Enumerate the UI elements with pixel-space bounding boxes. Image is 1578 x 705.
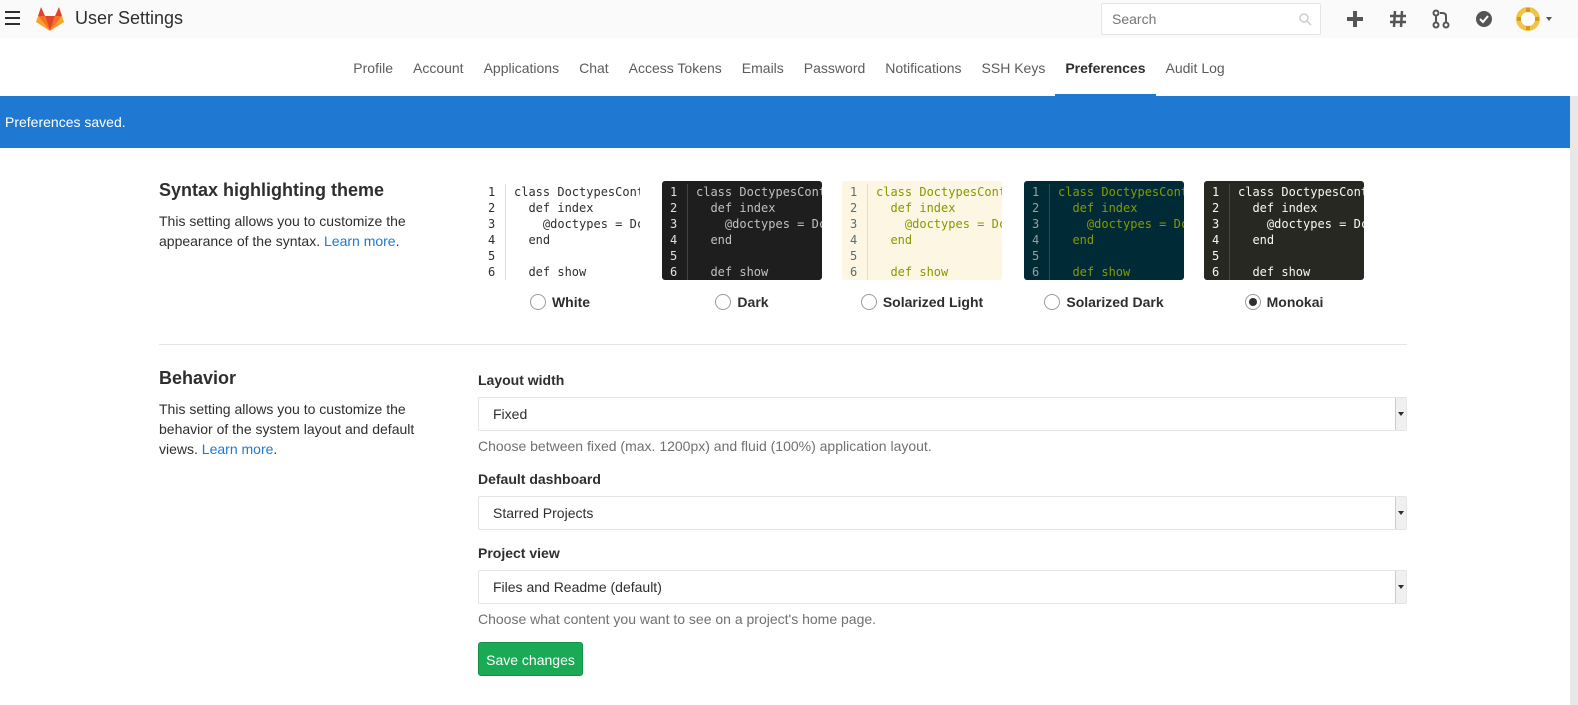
plus-icon[interactable] [1344,8,1366,30]
select-arrow-icon [1395,571,1406,603]
syntax-section-info: Syntax highlighting theme This setting a… [159,180,429,251]
tab-notifications[interactable]: Notifications [875,52,971,96]
tab-applications[interactable]: Applications [474,52,570,96]
hamburger-icon[interactable] [5,11,20,25]
code-sample: class DoctypesCont def index @doctypes =… [1238,185,1364,279]
save-changes-button[interactable]: Save changes [478,642,583,676]
tab-account[interactable]: Account [403,52,474,96]
syntax-section-title: Syntax highlighting theme [159,180,385,200]
layout-width-help: Choose between fixed (max. 1200px) and f… [478,438,932,454]
theme-option-white[interactable]: 1 2 3 4 5 6 class DoctypesCont def index … [480,181,640,310]
theme-radio-dark[interactable] [715,294,732,310]
project-view-select[interactable]: Files and Readme (default) [478,570,1407,604]
theme-radio-solarized-dark[interactable] [1044,294,1061,310]
theme-option-solarized-dark[interactable]: 1 2 3 4 5 6 class DoctypesCont def index … [1024,181,1184,310]
tab-audit-log[interactable]: Audit Log [1156,52,1235,96]
theme-radio-solarized-light[interactable] [860,294,877,310]
default-dashboard-select[interactable]: Starred Projects [478,496,1407,530]
behavior-section-desc: This setting allows you to customize the… [159,401,415,457]
code-sample: class DoctypesCont def index @doctypes =… [876,185,1002,279]
theme-option-solarized-light[interactable]: 1 2 3 4 5 6 class DoctypesCont def index … [842,181,1002,310]
tab-access-tokens[interactable]: Access Tokens [619,52,732,96]
gitlab-logo[interactable] [35,5,65,32]
line-numbers: 1 2 3 4 5 6 [1204,184,1230,280]
project-view-label: Project view [478,545,560,561]
syntax-learn-more-link[interactable]: Learn more [324,233,396,249]
line-numbers: 1 2 3 4 5 6 [1024,184,1050,280]
behavior-section-title: Behavior [159,368,237,388]
layout-width-select[interactable]: Fixed [478,397,1407,431]
line-numbers: 1 2 3 4 5 6 [662,184,688,280]
tab-chat[interactable]: Chat [569,52,619,96]
default-dashboard-group: Default dashboard Starred Projects [478,471,1407,530]
layout-width-label: Layout width [478,372,565,388]
line-numbers: 1 2 3 4 5 6 [842,184,868,280]
page-scrollbar[interactable] [1570,96,1578,705]
theme-option-monokai[interactable]: 1 2 3 4 5 6 class DoctypesCont def index … [1204,181,1364,310]
project-view-help: Choose what content you want to see on a… [478,611,877,627]
layout-width-group: Layout width Fixed Choose between fixed … [478,372,1407,454]
section-divider [159,344,1407,345]
theme-radio-monokai[interactable] [1244,294,1261,310]
avatar [1516,7,1552,31]
tab-password[interactable]: Password [794,52,875,96]
page-title: User Settings [75,8,184,28]
theme-preview-monokai: 1 2 3 4 5 6 class DoctypesCont def index … [1204,181,1364,280]
tab-preferences[interactable]: Preferences [1055,52,1156,96]
user-menu[interactable] [1515,5,1557,33]
flash-notice: Preferences saved. [0,96,1578,148]
code-sample: class DoctypesCont def index @doctypes =… [1058,185,1184,279]
behavior-section-info: Behavior This setting allows you to cust… [159,368,429,459]
theme-preview-dark: 1 2 3 4 5 6 class DoctypesCont def index … [662,181,822,280]
line-numbers: 1 2 3 4 5 6 [480,184,506,280]
todo-check-icon[interactable] [1473,8,1495,30]
tab-emails[interactable]: Emails [732,52,794,96]
code-sample: class DoctypesCont def index @doctypes =… [514,185,640,279]
tab-ssh-keys[interactable]: SSH Keys [972,52,1056,96]
search-input[interactable] [1101,3,1321,35]
top-navbar: User Settings [0,0,1578,38]
settings-tabs: Profile Account Applications Chat Access… [0,52,1578,96]
project-view-group: Project view Files and Readme (default) … [478,545,1407,627]
theme-radio-white[interactable] [529,294,546,310]
merge-request-icon[interactable] [1430,8,1452,30]
theme-preview-white: 1 2 3 4 5 6 class DoctypesCont def index … [480,181,640,280]
select-arrow-icon [1395,398,1406,430]
syntax-section-desc: This setting allows you to customize the… [159,213,406,249]
code-sample: class DoctypesCont def index @doctypes =… [696,185,822,279]
select-arrow-icon [1395,497,1406,529]
theme-preview-solarized-dark: 1 2 3 4 5 6 class DoctypesCont def index … [1024,181,1184,280]
behavior-learn-more-link[interactable]: Learn more [202,441,274,457]
tab-profile[interactable]: Profile [343,52,403,96]
default-dashboard-label: Default dashboard [478,471,601,487]
theme-preview-solarized-light: 1 2 3 4 5 6 class DoctypesCont def index … [842,181,1002,280]
search-icon [1299,13,1312,26]
theme-option-dark[interactable]: 1 2 3 4 5 6 class DoctypesCont def index … [662,181,822,310]
chevron-down-icon [1546,17,1552,21]
hash-icon[interactable] [1387,8,1409,30]
